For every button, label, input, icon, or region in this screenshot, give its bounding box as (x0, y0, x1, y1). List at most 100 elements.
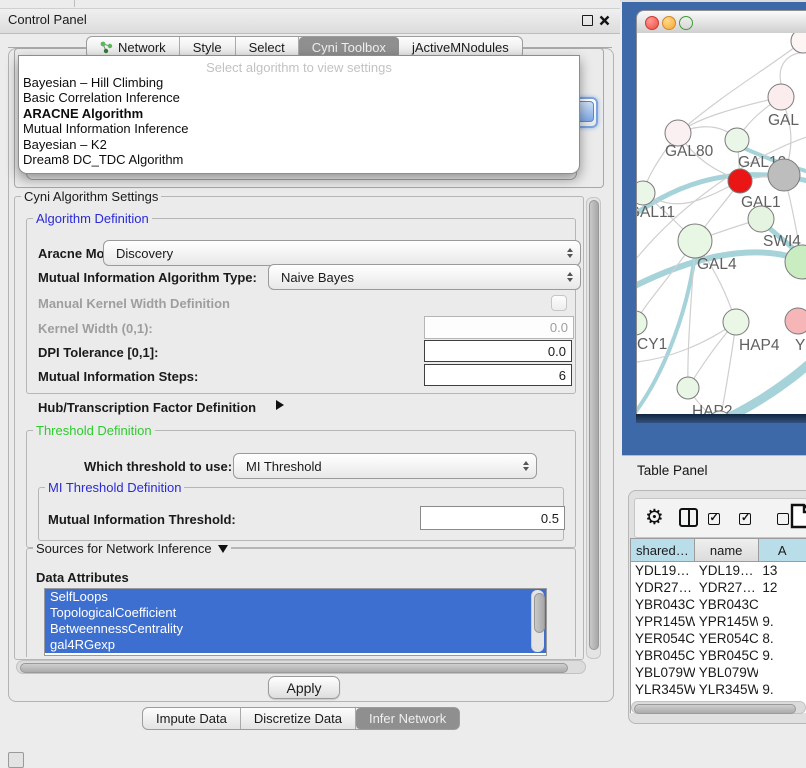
network-node-hap4[interactable] (723, 309, 749, 335)
network-edge[interactable] (780, 52, 806, 84)
node-label: Y (795, 337, 805, 354)
table-cell: YDL19… (631, 562, 695, 579)
table-row[interactable]: YDL19…YDL19…13 (631, 562, 806, 579)
dropdown-hint: Select algorithm to view settings (19, 56, 579, 75)
algorithm-option[interactable]: Dream8 DC_TDC Algorithm (19, 152, 579, 167)
kernel-width-field[interactable]: 0.0 (424, 316, 574, 339)
table-row[interactable]: YPR145WYPR145W9. (631, 613, 806, 630)
network-window-bottom-shadow (636, 414, 806, 423)
data-attribute-item[interactable]: BetweennessCentrality (45, 621, 546, 637)
network-node-gal11[interactable] (636, 181, 655, 205)
algorithm-option[interactable]: Mutual Information Inference (19, 121, 579, 136)
mi-algorithm-type-combo[interactable]: Naive Bayes (268, 264, 581, 290)
algorithm-option[interactable]: Bayesian – K2 (19, 137, 579, 152)
network-node-hap2[interactable] (677, 377, 699, 399)
table-cell: 8. (758, 630, 806, 647)
network-edge[interactable] (720, 322, 736, 414)
data-attributes-label: Data Attributes (36, 570, 129, 585)
mi-threshold-field[interactable]: 0.5 (420, 506, 565, 530)
table-row[interactable]: YBL079WYBL079W (631, 664, 806, 681)
table-cell: YBR043C (695, 596, 759, 613)
network-node[interactable] (785, 245, 806, 279)
node-table: shared…nameA YDL19…YDL19…13YDR27…YDR27…1… (630, 538, 806, 713)
table-row[interactable]: YBR045CYBR045C9. (631, 647, 806, 664)
mi-steps-field[interactable]: 6 (424, 364, 572, 386)
close-window-icon[interactable] (599, 13, 610, 31)
apply-button[interactable]: Apply (268, 676, 340, 699)
panel-grip[interactable] (8, 752, 24, 768)
network-node-gal[interactable] (768, 84, 794, 110)
table-cell: 9. (758, 613, 806, 630)
zoom-traffic-light-icon[interactable] (679, 16, 693, 30)
network-node-y[interactable] (785, 308, 806, 334)
manual-kernel-width-label: Manual Kernel Width Definition (38, 296, 230, 311)
table-header-row: shared…nameA (631, 539, 806, 562)
network-node[interactable] (791, 33, 806, 53)
deselect-all-checkbox-icon[interactable] (777, 513, 789, 525)
minimize-traffic-light-icon[interactable] (662, 16, 676, 30)
new-file-icon[interactable] (789, 502, 806, 530)
which-threshold-combo[interactable]: MI Threshold (233, 453, 537, 479)
table-horizontal-scrollbar[interactable] (631, 701, 806, 714)
control-panel-title: Control Panel (8, 12, 87, 27)
table-cell: YLR345W (631, 681, 695, 698)
network-node-swi4[interactable] (748, 206, 774, 232)
combo-spinner-icon (567, 248, 573, 258)
data-attributes-list[interactable]: SelfLoopsTopologicalCoefficientBetweenne… (44, 588, 547, 656)
aracne-mode-combo[interactable]: Discovery (103, 240, 581, 266)
network-node-gal4[interactable] (678, 224, 712, 258)
manual-kernel-width-checkbox[interactable] (551, 295, 567, 311)
tab-impute-data[interactable]: Impute Data (143, 708, 241, 729)
table-row[interactable]: YDR27…YDR27…12 (631, 579, 806, 596)
dpi-tolerance-field[interactable]: 0.0 (424, 340, 572, 362)
table-row[interactable]: YER054CYER054C8. (631, 630, 806, 647)
table-panel-divider (622, 455, 806, 456)
tab-infer-network[interactable]: Infer Network (356, 708, 459, 729)
network-window-titlebar[interactable] (636, 10, 806, 34)
table-row[interactable]: YLR345WYLR345W9. (631, 681, 806, 698)
table-column-header[interactable]: shared… (631, 539, 695, 561)
select-all-checkbox-icon[interactable] (708, 513, 720, 525)
table-column-header[interactable]: name (695, 539, 759, 561)
network-node-gal10[interactable] (725, 128, 749, 152)
restore-window-icon[interactable] (582, 15, 593, 26)
node-label: GAL11 (636, 204, 675, 221)
hub-expand-arrow-icon[interactable] (276, 400, 284, 410)
table-cell: YLR345W (695, 681, 759, 698)
network-node-gcy1[interactable] (636, 311, 647, 335)
hub-definition-toggle[interactable]: Hub/Transcription Factor Definition (38, 400, 256, 415)
data-attribute-item[interactable]: TopologicalCoefficient (45, 605, 546, 621)
bottom-tabbar: Impute DataDiscretize DataInfer Network (142, 707, 460, 730)
table-cell: YBL079W (631, 664, 695, 681)
select-all-checkbox-icon[interactable] (739, 513, 751, 525)
table-cell: YDL19… (695, 562, 759, 579)
algorithm-option[interactable]: Basic Correlation Inference (19, 90, 579, 105)
attributes-list-scrollbar[interactable] (531, 590, 544, 652)
table-cell: 13 (758, 562, 806, 579)
table-column-header[interactable]: A (759, 539, 806, 561)
algorithm-option[interactable]: Bayesian – Hill Climbing (19, 75, 579, 90)
network-canvas[interactable]: GALGAL80GAL10GAL1GAL11SWI4GAL4GCY1HAP4YH… (636, 33, 806, 414)
table-cell: YER054C (631, 630, 695, 647)
network-node[interactable] (768, 159, 800, 191)
gear-icon[interactable]: ⚙ (645, 505, 664, 530)
collapse-arrow-icon[interactable] (218, 545, 228, 553)
settings-vertical-scrollbar[interactable] (586, 197, 601, 659)
data-attribute-item[interactable]: SelfLoops (45, 589, 546, 605)
column-layout-icon[interactable] (679, 508, 698, 527)
algorithm-option[interactable]: ARACNE Algorithm (19, 106, 579, 121)
node-label: GCY1 (636, 336, 667, 353)
kernel-width-label: Kernel Width (0,1): (38, 321, 153, 336)
table-cell: 12 (758, 579, 806, 596)
settings-horizontal-scrollbar[interactable] (16, 660, 586, 674)
table-cell (758, 596, 806, 613)
mi-threshold-label: Mutual Information Threshold: (48, 512, 236, 527)
tab-discretize-data[interactable]: Discretize Data (241, 708, 356, 729)
close-traffic-light-icon[interactable] (645, 16, 659, 30)
dpi-tolerance-label: DPI Tolerance [0,1]: (38, 345, 158, 360)
network-node-gal1[interactable] (728, 169, 752, 193)
mi-threshold-group-title: MI Threshold Definition (45, 480, 184, 495)
data-attribute-item[interactable]: gal4RGexp (45, 637, 546, 653)
table-row[interactable]: YBR043CYBR043C (631, 596, 806, 613)
table-cell: YBR043C (631, 596, 695, 613)
